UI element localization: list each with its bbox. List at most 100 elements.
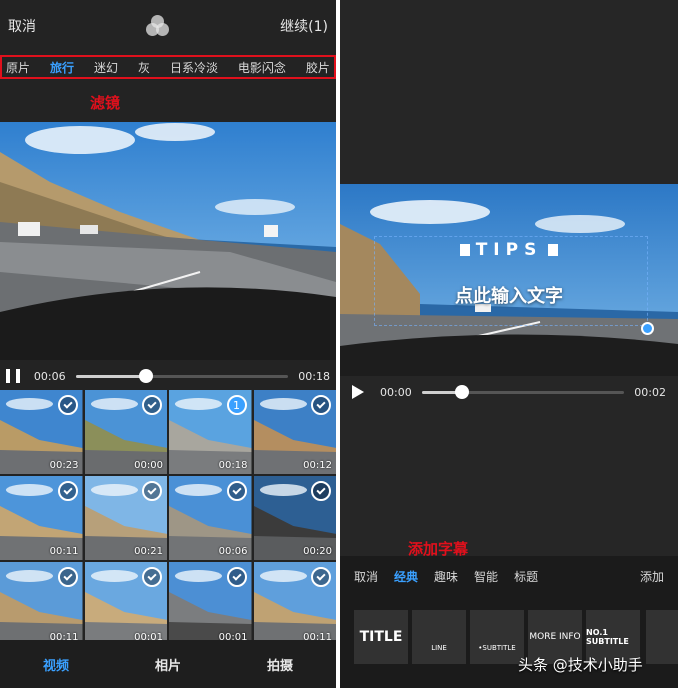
checkmark-icon	[316, 484, 326, 495]
checkmark-icon	[147, 398, 157, 409]
select-check-icon[interactable]	[142, 481, 162, 501]
media-thumbnail[interactable]: 00:01	[84, 562, 167, 640]
rotate-handle-icon[interactable]	[641, 322, 654, 335]
media-thumbnail[interactable]: 00:11	[253, 562, 336, 640]
checkmark-icon	[62, 570, 73, 581]
bow-left-icon	[459, 244, 470, 256]
select-check-icon[interactable]	[142, 395, 162, 415]
media-thumbnail[interactable]: 1 00:18	[169, 390, 252, 474]
select-check-icon[interactable]	[311, 481, 331, 501]
style-card-line[interactable]: LINE	[412, 610, 466, 664]
thumbnail-duration: 00:11	[49, 632, 79, 640]
checkmark-icon	[231, 570, 242, 581]
seek-knob[interactable]	[138, 369, 153, 383]
media-thumbnail[interactable]: 00:11	[0, 476, 83, 560]
tips-text[interactable]: TIPS	[340, 240, 678, 260]
checkmark-icon	[147, 570, 157, 581]
seek-bar[interactable]	[75, 369, 289, 383]
tab-photo[interactable]: 相片	[155, 655, 181, 674]
filter-item[interactable]: 原片	[6, 59, 30, 76]
style-card-subtitle[interactable]: •SUBTITLE	[470, 610, 524, 664]
media-thumbnail[interactable]: 00:11	[0, 562, 83, 640]
filter-list: 原片 旅行 迷幻 灰 日系冷淡 电影闪念 胶片	[0, 55, 336, 79]
media-thumbnail[interactable]: 00:06	[169, 476, 252, 560]
filter-item[interactable]: 灰	[138, 59, 150, 76]
checkmark-icon	[62, 398, 73, 409]
thumbnail-duration: 00:23	[49, 460, 79, 471]
filter-circles-icon[interactable]	[146, 15, 170, 37]
subtitle-cancel-button[interactable]: 取消	[354, 568, 378, 585]
cancel-button[interactable]: 取消	[8, 16, 36, 36]
media-thumbnail[interactable]: 00:23	[0, 390, 83, 474]
select-check-icon[interactable]	[311, 395, 331, 415]
checkmark-icon	[62, 484, 73, 495]
select-check-icon[interactable]	[57, 567, 78, 587]
selection-order-badge[interactable]: 1	[226, 395, 247, 415]
thumbnail-duration: 00:12	[303, 460, 332, 471]
enter-text-placeholder[interactable]: 点此输入文字	[340, 282, 678, 308]
style-card-extra[interactable]	[646, 610, 678, 664]
tab-capture[interactable]: 拍摄	[267, 655, 293, 674]
current-time: 00:06	[33, 369, 66, 383]
subtitle-tab-bar: 取消 经典 趣味 智能 标题 添加	[340, 556, 678, 596]
seek-bar[interactable]	[421, 385, 625, 399]
thumbnail-duration: 00:01	[134, 632, 163, 640]
add-subtitle-button[interactable]: 添加	[640, 568, 664, 585]
select-check-icon[interactable]	[142, 567, 162, 587]
filter-annotation-label: 滤镜	[90, 94, 121, 112]
tab-smart[interactable]: 智能	[474, 568, 498, 585]
media-thumbnail[interactable]: 00:01	[169, 562, 252, 640]
current-time: 00:00	[380, 385, 412, 399]
total-time: 00:02	[634, 385, 666, 399]
tab-title[interactable]: 标题	[514, 568, 538, 585]
filter-editor-panel: 取消 继续(1) 原片 旅行 迷幻 灰 日系冷淡 电影闪念 胶片 滤镜 00:0…	[0, 0, 336, 688]
media-thumbnail[interactable]: 00:00	[84, 390, 167, 474]
bottom-tab-bar: 视频 相片 拍摄	[0, 640, 336, 688]
thumbnail-duration: 00:11	[303, 632, 332, 640]
thumbnail-duration: 00:20	[303, 546, 332, 557]
thumbnail-duration: 00:01	[218, 632, 248, 640]
thumbnail-duration: 00:00	[134, 460, 163, 471]
filter-item[interactable]: 胶片	[306, 59, 330, 76]
media-thumbnail[interactable]: 00:20	[253, 476, 336, 560]
thumbnail-duration: 00:11	[49, 546, 79, 557]
video-player-controls: 00:06 00:18	[0, 362, 336, 390]
checkmark-icon	[316, 570, 326, 581]
tab-fun[interactable]: 趣味	[434, 568, 458, 585]
seek-fill	[75, 374, 146, 378]
select-check-icon[interactable]	[226, 481, 247, 501]
pause-icon[interactable]	[6, 369, 20, 383]
bow-right-icon	[548, 244, 559, 256]
select-check-icon[interactable]	[311, 567, 331, 587]
checkmark-icon	[231, 484, 242, 495]
select-check-icon[interactable]	[226, 567, 247, 587]
tab-video[interactable]: 视频	[43, 655, 69, 674]
continue-button[interactable]: 继续(1)	[280, 16, 328, 36]
total-time: 00:18	[298, 369, 330, 383]
screen: 取消 继续(1) 原片 旅行 迷幻 灰 日系冷淡 电影闪念 胶片 滤镜 00:0…	[0, 0, 678, 688]
filter-item-active[interactable]: 旅行	[50, 59, 74, 76]
play-icon[interactable]	[352, 385, 364, 399]
filter-item[interactable]: 电影闪念	[238, 59, 286, 76]
filter-item[interactable]: 迷幻	[94, 59, 118, 76]
top-bar: 取消 继续(1)	[0, 0, 336, 52]
thumbnail-duration: 00:18	[218, 460, 248, 471]
select-check-icon[interactable]	[57, 481, 78, 501]
tab-classic[interactable]: 经典	[394, 568, 418, 585]
video-frame-image	[0, 122, 336, 360]
seek-knob[interactable]	[455, 385, 470, 399]
tips-label: TIPS	[475, 240, 543, 260]
media-grid: 00:23 00:00 1 00:18 00:12 00:11 00:21 00:06 00:2…	[0, 390, 336, 640]
subtitle-editor-panel: TIPS 点此输入文字 00:00 00:02 添加字幕 取消 经典 趣味 智能…	[340, 0, 678, 688]
thumbnail-duration: 00:21	[134, 546, 163, 557]
checkmark-icon	[147, 484, 157, 495]
video-preview[interactable]	[0, 122, 336, 360]
media-thumbnail[interactable]: 00:21	[84, 476, 167, 560]
video-player-controls: 00:00 00:02	[340, 378, 678, 406]
thumbnail-duration: 00:06	[218, 546, 248, 557]
checkmark-icon	[316, 398, 326, 409]
media-thumbnail[interactable]: 00:12	[253, 390, 336, 474]
select-check-icon[interactable]	[57, 395, 78, 415]
filter-item[interactable]: 日系冷淡	[170, 59, 218, 76]
style-card-title[interactable]: TITLE	[354, 610, 408, 664]
